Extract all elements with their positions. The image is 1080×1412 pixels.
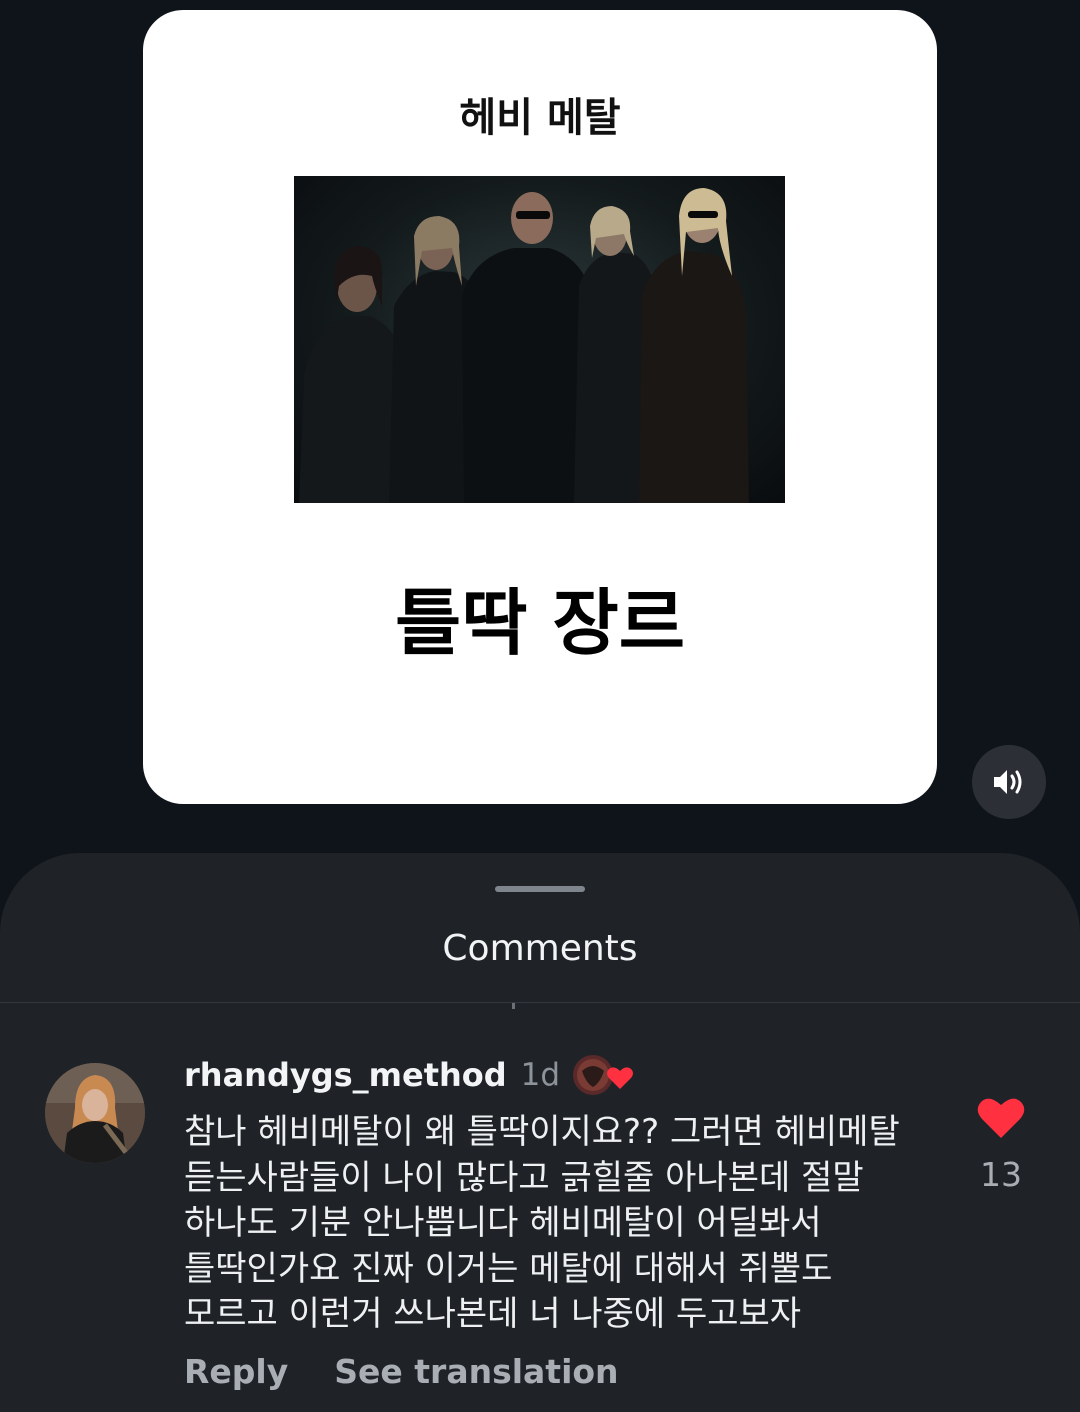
see-translation-button[interactable]: See translation (334, 1352, 618, 1391)
comment-username[interactable]: rhandygs_method (184, 1056, 507, 1094)
band-photo (294, 176, 785, 503)
speaker-icon (994, 770, 1022, 794)
scroll-indicator (512, 1003, 515, 1009)
comment-header: rhandygs_method 1d (184, 1052, 634, 1098)
comment-like-button[interactable] (976, 1094, 1026, 1144)
reply-button[interactable]: Reply (184, 1352, 288, 1391)
avatar-image (45, 1063, 145, 1163)
sheet-title: Comments (442, 928, 638, 969)
comment-like-count: 13 (980, 1155, 1022, 1194)
comment-timestamp: 1d (520, 1057, 561, 1093)
post-bottom-title: 틀딱 장르 (394, 581, 686, 665)
sheet-drag-handle[interactable] (495, 886, 585, 892)
sound-toggle-button[interactable] (972, 745, 1046, 819)
commenter-avatar[interactable] (45, 1063, 145, 1163)
post-top-title: 헤비 메탈 (459, 95, 621, 141)
heart-icon (977, 1098, 1025, 1138)
post-card[interactable]: 헤비 메탈 틀딱 장르 (143, 10, 937, 804)
sheet-divider (0, 1002, 1080, 1003)
band-photo-illustration (299, 188, 749, 503)
comment-text: 참나 헤비메탈이 왜 틀딱이지요?? 그러면 헤비메탈 듣는사람들이 나이 많다… (184, 1112, 900, 1334)
comment-actions: Reply See translation (184, 1346, 619, 1396)
author-like-heart-icon (573, 1055, 634, 1095)
author-liked-badge (572, 1053, 634, 1097)
app-screen: 헤비 메탈 틀딱 장르 Comments rhandygs_method 1d … (0, 0, 1080, 1412)
